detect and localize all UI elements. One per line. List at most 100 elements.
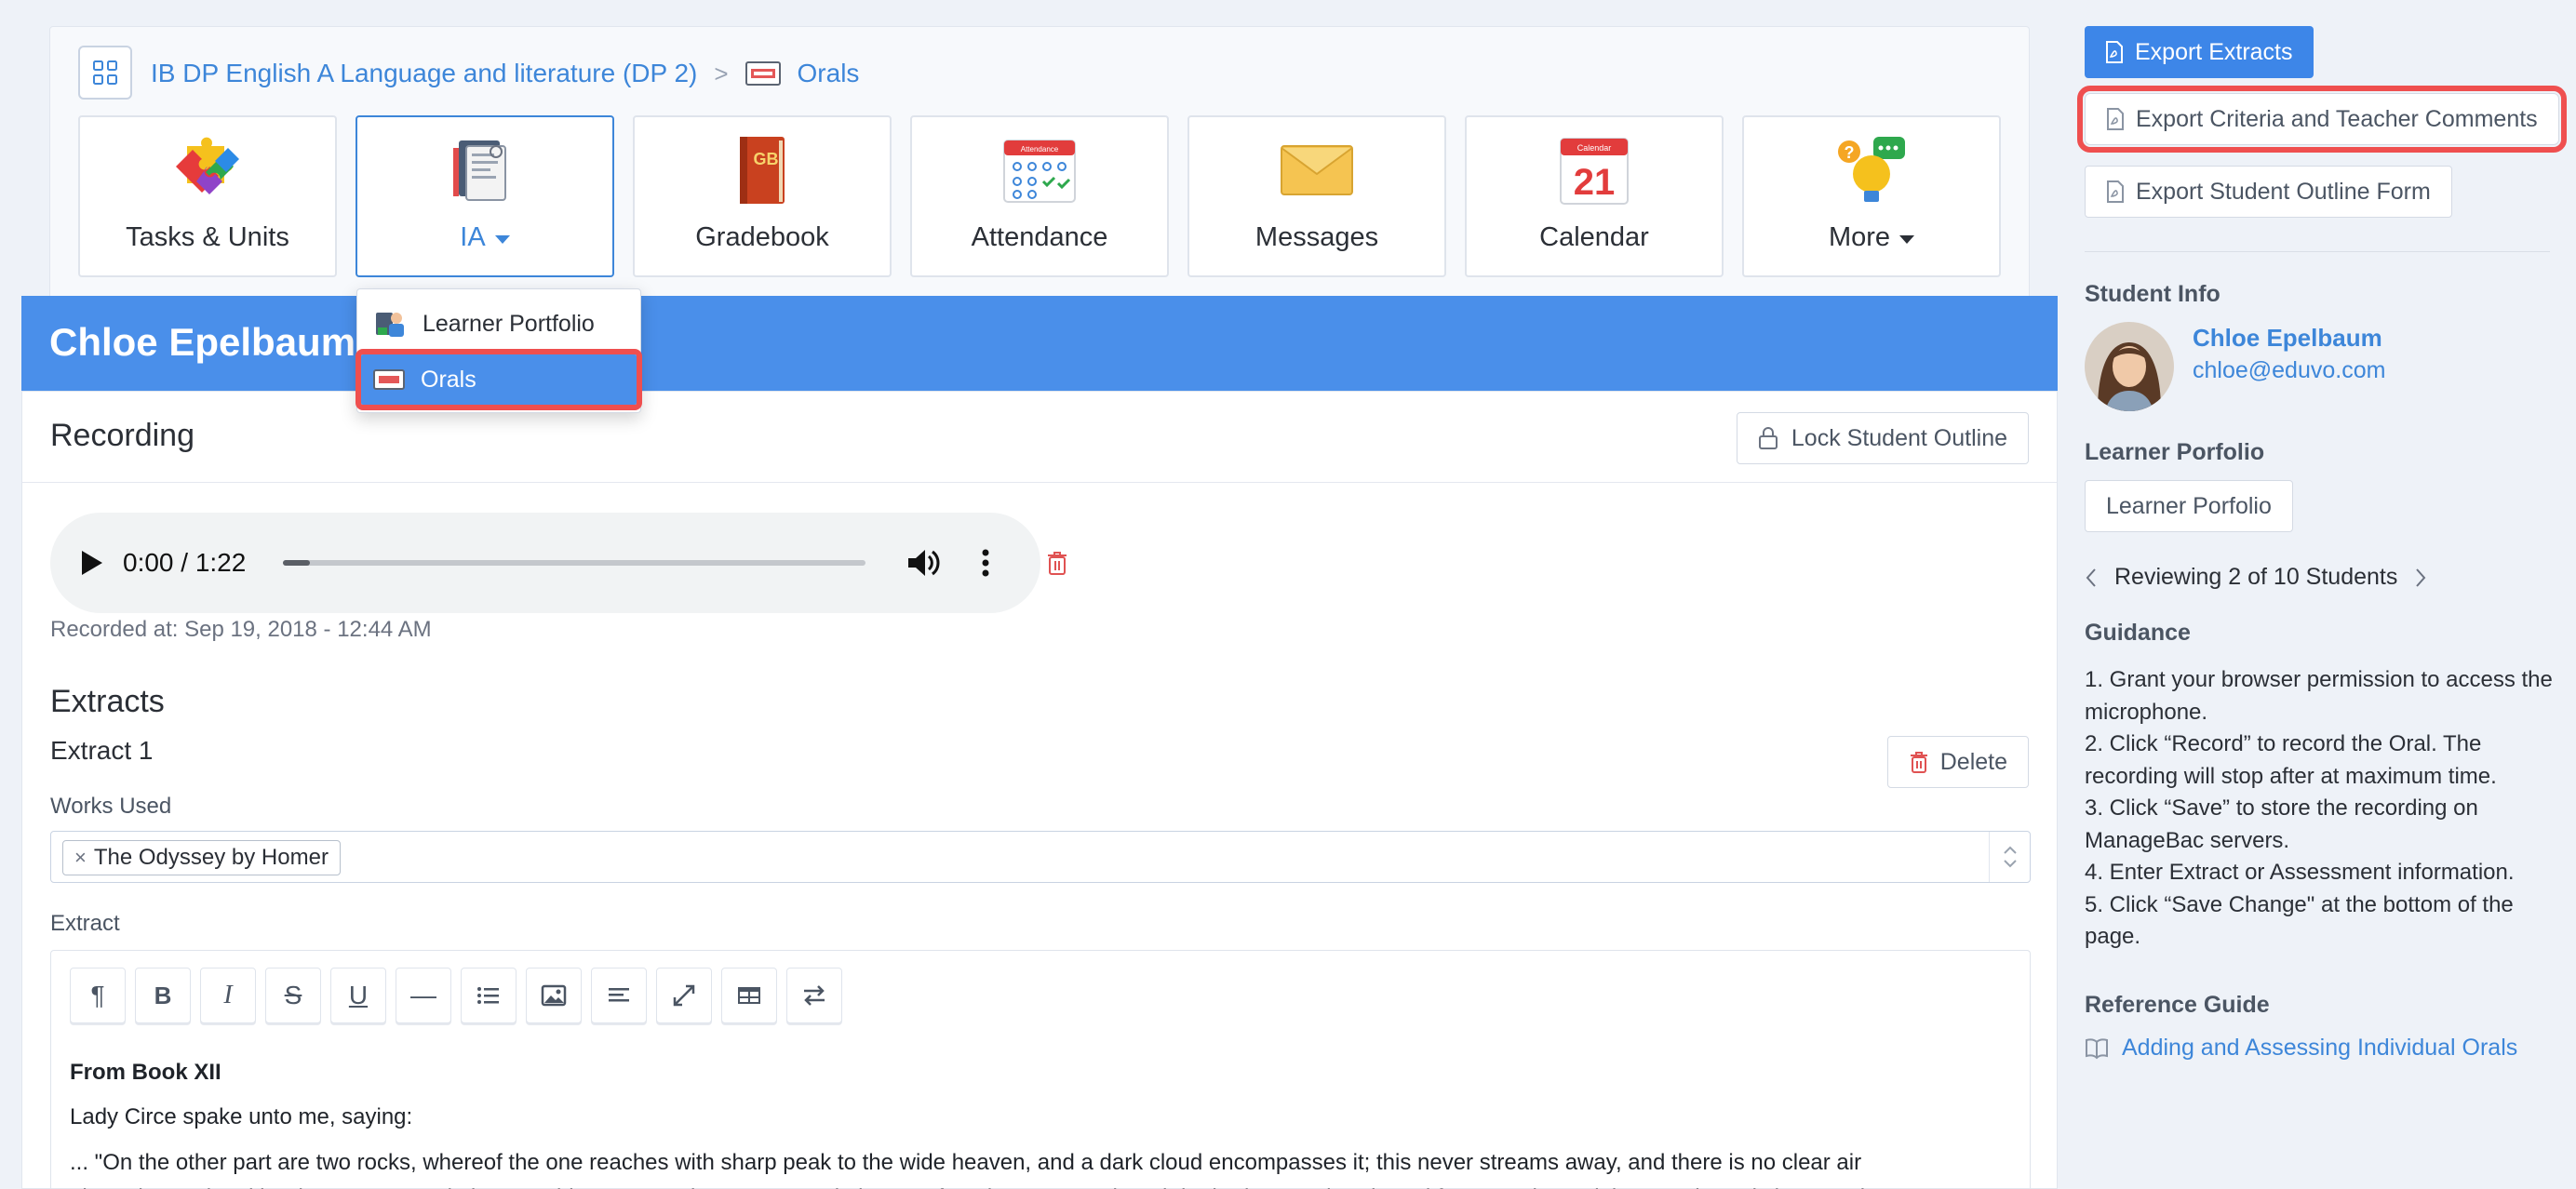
extract-editor[interactable]: ¶ B I S U — From Book XII Lady Circe spa… [50,950,2031,1189]
learner-portfolio-button[interactable]: Learner Porfolio [2085,480,2293,532]
extract-text-line: ... "On the other part are two rocks, wh… [70,1149,1862,1175]
nav-tile-label: IA [460,222,510,253]
export-outline-label: Export Student Outline Form [2136,178,2431,205]
main-content: Recording Lock Student Outline 0:00 / 1:… [21,391,2058,1189]
breadcrumb-separator: > [714,59,729,87]
student-name-link[interactable]: Chloe Epelbaum [2193,324,2382,353]
lock-student-outline-button[interactable]: Lock Student Outline [1736,412,2029,464]
extract-text-line: about the peak neither in summer nor in … [70,1181,2015,1189]
guidance-step: 1. Grant your browser permission to acce… [2085,667,2553,725]
chevron-right-icon[interactable] [2414,568,2427,588]
export-extracts-button[interactable]: Export Extracts [2085,26,2314,78]
swap-glyph [804,985,825,1006]
audio-seek-bar[interactable] [283,560,866,566]
reference-guide-link[interactable]: Adding and Assessing Individual Orals [2085,1035,2517,1062]
nav-tile-more[interactable]: ? More [1742,115,2001,277]
nav-tile-label: Messages [1254,222,1379,252]
work-chip: × The Odyssey by Homer [62,840,341,875]
reference-link-label: Adding and Assessing Individual Orals [2122,1035,2518,1061]
bullet-list-icon[interactable] [461,968,517,1023]
bold-icon[interactable]: B [135,968,191,1023]
table-icon[interactable] [721,968,777,1023]
extracts-heading: Extracts [50,684,165,719]
dropdown-item-orals[interactable]: Orals [356,349,642,410]
apps-grid-button[interactable] [78,46,132,100]
extract-text-line: Lady Circe spake unto me, saying: [70,1104,413,1130]
lightbulb-icon: ? [1838,137,1905,202]
dropdown-item-label: Learner Portfolio [423,310,595,337]
nav-tile-label: Calendar [1539,222,1649,252]
dropdown-item-learner-portfolio[interactable]: Learner Portfolio [357,299,640,349]
export-criteria-label: Export Criteria and Teacher Comments [2136,105,2538,132]
guidance-step: 5. Click “Save Change" at the bottom of … [2085,891,2514,950]
align-icon[interactable] [591,968,647,1023]
delete-extract-button[interactable]: Delete [1886,736,2029,788]
bullet-list-glyph [477,987,499,1004]
extract-label: Extract [50,911,120,936]
book-icon [2086,1037,2108,1059]
fullscreen-icon[interactable] [656,968,712,1023]
learner-portfolio-button-label: Learner Porfolio [2106,492,2272,519]
student-name-heading: Chloe Epelbaum [49,320,356,364]
recording-title: Recording [50,418,195,453]
guidance-step: 3. Click “Save” to store the recording o… [2085,795,2478,853]
player-time: 0:00 / 1:22 [123,548,247,577]
dropdown-item-label: Orals [421,366,476,393]
swap-icon[interactable] [786,968,842,1023]
course-nav: Tasks & Units IA GB Gradebook Attendance… [78,115,2001,277]
breadcrumb: IB DP English A Language and literature … [151,53,859,94]
orals-icon [373,369,405,390]
nav-tile-gradebook[interactable]: GB Gradebook [633,115,892,277]
pdf-file-icon [2107,108,2124,130]
play-icon[interactable] [78,549,104,577]
nav-tile-messages[interactable]: Messages [1187,115,1446,277]
avatar [2085,322,2174,411]
chip-remove-icon[interactable]: × [74,846,87,870]
right-sidebar: Export Extracts Export Criteria and Teac… [2077,0,2576,1189]
chip-label: The Odyssey by Homer [93,845,329,870]
gradebook-badge: GB [754,150,779,168]
underline-icon[interactable]: U [330,968,386,1023]
chevron-up-down-icon [2003,846,2017,868]
nav-tile-attendance[interactable]: Attendance Attendance [910,115,1169,277]
nav-tile-calendar[interactable]: Calendar 21 Calendar [1465,115,1724,277]
grid-icon [93,60,117,85]
orals-icon [745,61,781,86]
delete-recording-trash-icon[interactable] [1046,550,1068,576]
ia-documents-icon [453,140,506,201]
chevron-left-icon[interactable] [2085,568,2098,588]
more-options-icon[interactable] [981,548,990,578]
horizontal-rule-icon[interactable]: — [396,968,451,1023]
pdf-file-icon [2106,41,2123,63]
caret-down-icon [1899,235,1915,244]
delete-button-label: Delete [1939,748,2007,775]
select-arrows[interactable] [1989,832,2030,882]
nav-tile-ia[interactable]: IA [356,115,614,277]
works-used-select[interactable]: × The Odyssey by Homer [50,831,2031,883]
image-icon[interactable] [526,968,582,1023]
student-email-link[interactable]: chloe@eduvo.com [2193,357,2385,384]
editor-content[interactable]: From Book XII Lady Circe spake unto me, … [70,1055,2015,1189]
guidance-heading: Guidance [2085,620,2191,646]
nav-tile-label: Gradebook [695,222,829,252]
italic-icon[interactable]: I [200,968,256,1023]
nav-tile-label: More [1829,222,1915,253]
avatar-image [2085,322,2174,411]
puzzle-icon [176,137,239,194]
calendar-icon: Calendar 21 [1560,138,1629,205]
svg-text:?: ? [1845,143,1855,162]
volume-icon[interactable] [906,547,940,579]
student-info-heading: Student Info [2085,281,2220,307]
paragraph-format-icon[interactable]: ¶ [70,968,126,1023]
envelope-icon [1281,145,1353,195]
export-criteria-button[interactable]: Export Criteria and Teacher Comments [2077,86,2567,153]
strikethrough-icon[interactable]: S [265,968,321,1023]
nav-tile-label: Attendance [971,222,1108,252]
extract-title: Extract 1 [50,736,154,765]
nav-tile-tasks-units[interactable]: Tasks & Units [78,115,337,277]
breadcrumb-current[interactable]: Orals [798,59,860,88]
breadcrumb-course-link[interactable]: IB DP English A Language and literature … [151,59,697,88]
recorded-at-text: Recorded at: Sep 19, 2018 - 12:44 AM [50,617,432,642]
attendance-icon: Attendance [1003,140,1076,203]
export-outline-button[interactable]: Export Student Outline Form [2085,166,2452,218]
